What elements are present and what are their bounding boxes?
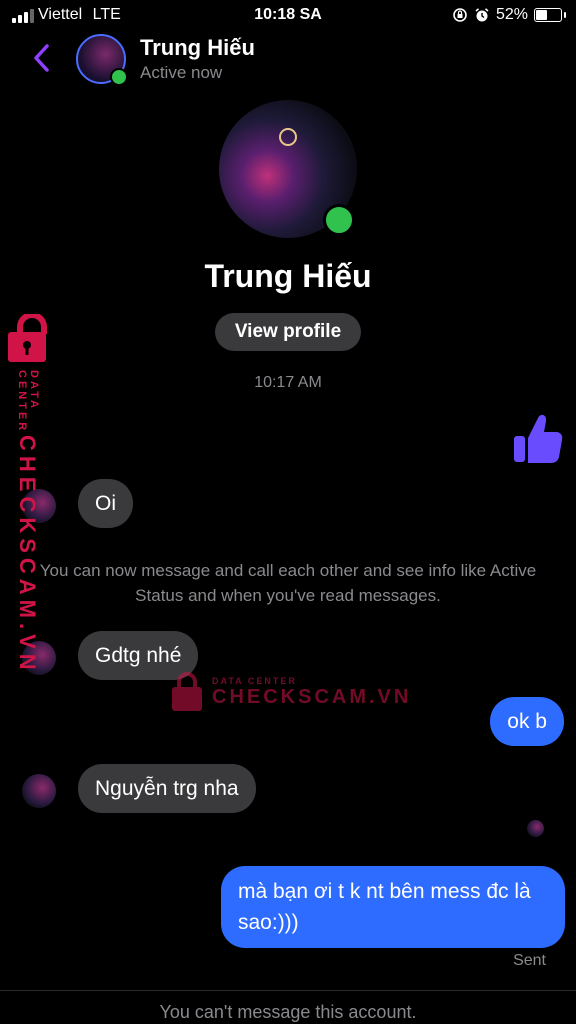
watermark-vertical: DATA CENTER CHECKSCAM.VN bbox=[6, 314, 62, 675]
profile-online-indicator bbox=[323, 204, 355, 236]
lock-icon bbox=[172, 672, 202, 711]
thumbs-up-icon[interactable] bbox=[512, 410, 564, 466]
conversation-timestamp: 10:17 AM bbox=[254, 374, 322, 391]
cannot-message-notice: You can't message this account. bbox=[159, 1002, 417, 1022]
profile-name: Trung Hiếu bbox=[204, 258, 372, 294]
connection-notice: You can now message and call each other … bbox=[39, 561, 537, 605]
message-bubble-outgoing[interactable]: mà bạn ơi t k nt bên mess đc là sao:))) bbox=[221, 866, 565, 948]
avatar-light bbox=[279, 128, 297, 146]
orientation-lock-icon bbox=[453, 8, 467, 22]
footer-divider bbox=[0, 990, 576, 991]
contact-avatar[interactable] bbox=[22, 774, 56, 808]
alarm-icon bbox=[475, 8, 489, 22]
battery-fill bbox=[536, 10, 548, 20]
watermark-big-text: CHECKSCAM.VN bbox=[212, 685, 412, 708]
watermark-center: DATA CENTER CHECKSCAM.VN bbox=[170, 672, 411, 712]
message-bubble-incoming[interactable]: Nguyễn trg nha bbox=[78, 764, 256, 813]
watermark-small-text: DATA CENTER bbox=[212, 675, 297, 686]
read-receipt-avatar bbox=[527, 820, 544, 837]
lock-icon bbox=[8, 314, 47, 362]
back-chevron-icon[interactable] bbox=[28, 40, 58, 76]
watermark-center-text: DATA CENTER CHECKSCAM.VN bbox=[212, 676, 411, 709]
view-profile-button[interactable]: View profile bbox=[215, 313, 361, 351]
battery-icon bbox=[534, 8, 566, 22]
status-right: 52% bbox=[452, 6, 566, 24]
status-bar: Viettel LTE 10:18 SA 52% bbox=[0, 0, 576, 32]
header-contact-name[interactable]: Trung Hiếu bbox=[140, 35, 255, 61]
online-indicator bbox=[110, 68, 128, 86]
watermark-big-text: CHECKSCAM.VN bbox=[15, 435, 40, 675]
battery-percent: 52% bbox=[495, 6, 528, 23]
message-bubble-incoming[interactable]: Oi bbox=[78, 479, 133, 528]
header-active-status: Active now bbox=[140, 63, 223, 82]
watermark-small-text: DATA CENTER bbox=[16, 370, 40, 434]
message-bubble-outgoing[interactable]: ok b bbox=[490, 697, 564, 746]
watermark-text: DATA CENTER CHECKSCAM.VN bbox=[14, 370, 40, 675]
sent-status: Sent bbox=[513, 952, 546, 969]
